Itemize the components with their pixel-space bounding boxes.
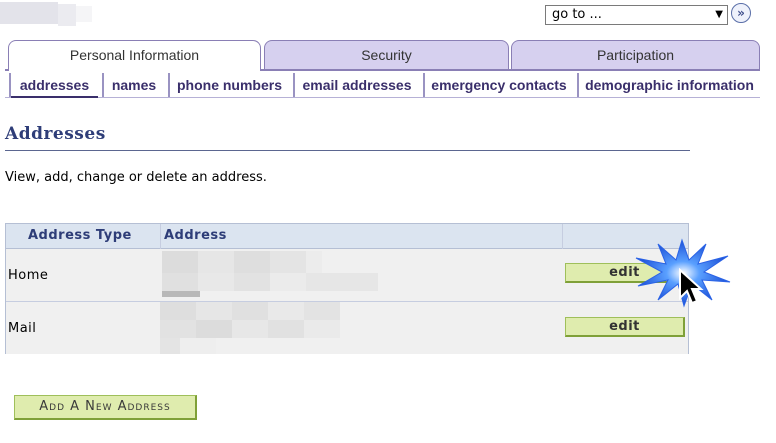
subtab-emergency-contacts[interactable]: emergency contacts xyxy=(423,73,573,98)
tab-label: Participation xyxy=(596,47,675,63)
subtab-underline xyxy=(5,97,760,98)
subtab-addresses[interactable]: addresses xyxy=(9,73,98,98)
tab-security[interactable]: Security xyxy=(264,40,509,70)
add-new-address-button[interactable]: Add A New Address xyxy=(14,395,197,420)
chevron-down-icon: ▼ xyxy=(715,9,723,20)
table-row-home: Home edit xyxy=(6,249,688,301)
subtab-label: email addresses xyxy=(302,77,412,93)
tab-label: Personal Information xyxy=(69,47,200,63)
go-arrow-icon[interactable]: » xyxy=(731,3,751,23)
tab-label: Security xyxy=(361,47,412,63)
page-title: Addresses xyxy=(5,124,106,144)
table-header: Address Type Address xyxy=(6,224,688,249)
goto-select[interactable]: go to ... ▼ xyxy=(545,5,728,25)
goto-value: go to ... xyxy=(552,7,602,22)
address-redacted xyxy=(162,251,382,297)
edit-mail-button[interactable]: edit xyxy=(565,317,685,337)
instructions-text: View, add, change or delete an address. xyxy=(5,170,267,185)
subtab-names[interactable]: names xyxy=(102,73,164,98)
table-row-mail: Mail edit xyxy=(6,302,688,354)
subtab-phone-numbers[interactable]: phone numbers xyxy=(168,73,289,98)
address-type-cell: Home xyxy=(8,268,49,283)
header-address-type: Address Type xyxy=(28,228,132,243)
title-divider xyxy=(5,150,690,151)
address-type-cell: Mail xyxy=(8,321,37,336)
subtab-label: addresses xyxy=(19,77,90,93)
tab-personal-information[interactable]: Personal Information xyxy=(8,40,261,70)
subtab-demographic-information[interactable]: demographic information xyxy=(577,73,760,98)
logo-redacted xyxy=(0,0,95,28)
header-address: Address xyxy=(164,228,227,243)
active-subtab-underline xyxy=(11,96,98,98)
subtab-label: demographic information xyxy=(585,77,754,93)
active-tab-gap xyxy=(9,69,260,71)
mouse-pointer-icon xyxy=(679,268,704,305)
addresses-table: Address Type Address Home edit Mail edit xyxy=(5,223,689,354)
subtab-label: emergency contacts xyxy=(431,77,567,93)
subtab-label: names xyxy=(111,77,157,93)
tab-participation[interactable]: Participation xyxy=(511,40,760,70)
subtab-email-addresses[interactable]: email addresses xyxy=(293,73,419,98)
address-redacted xyxy=(160,302,350,354)
subtab-label: phone numbers xyxy=(176,77,282,93)
